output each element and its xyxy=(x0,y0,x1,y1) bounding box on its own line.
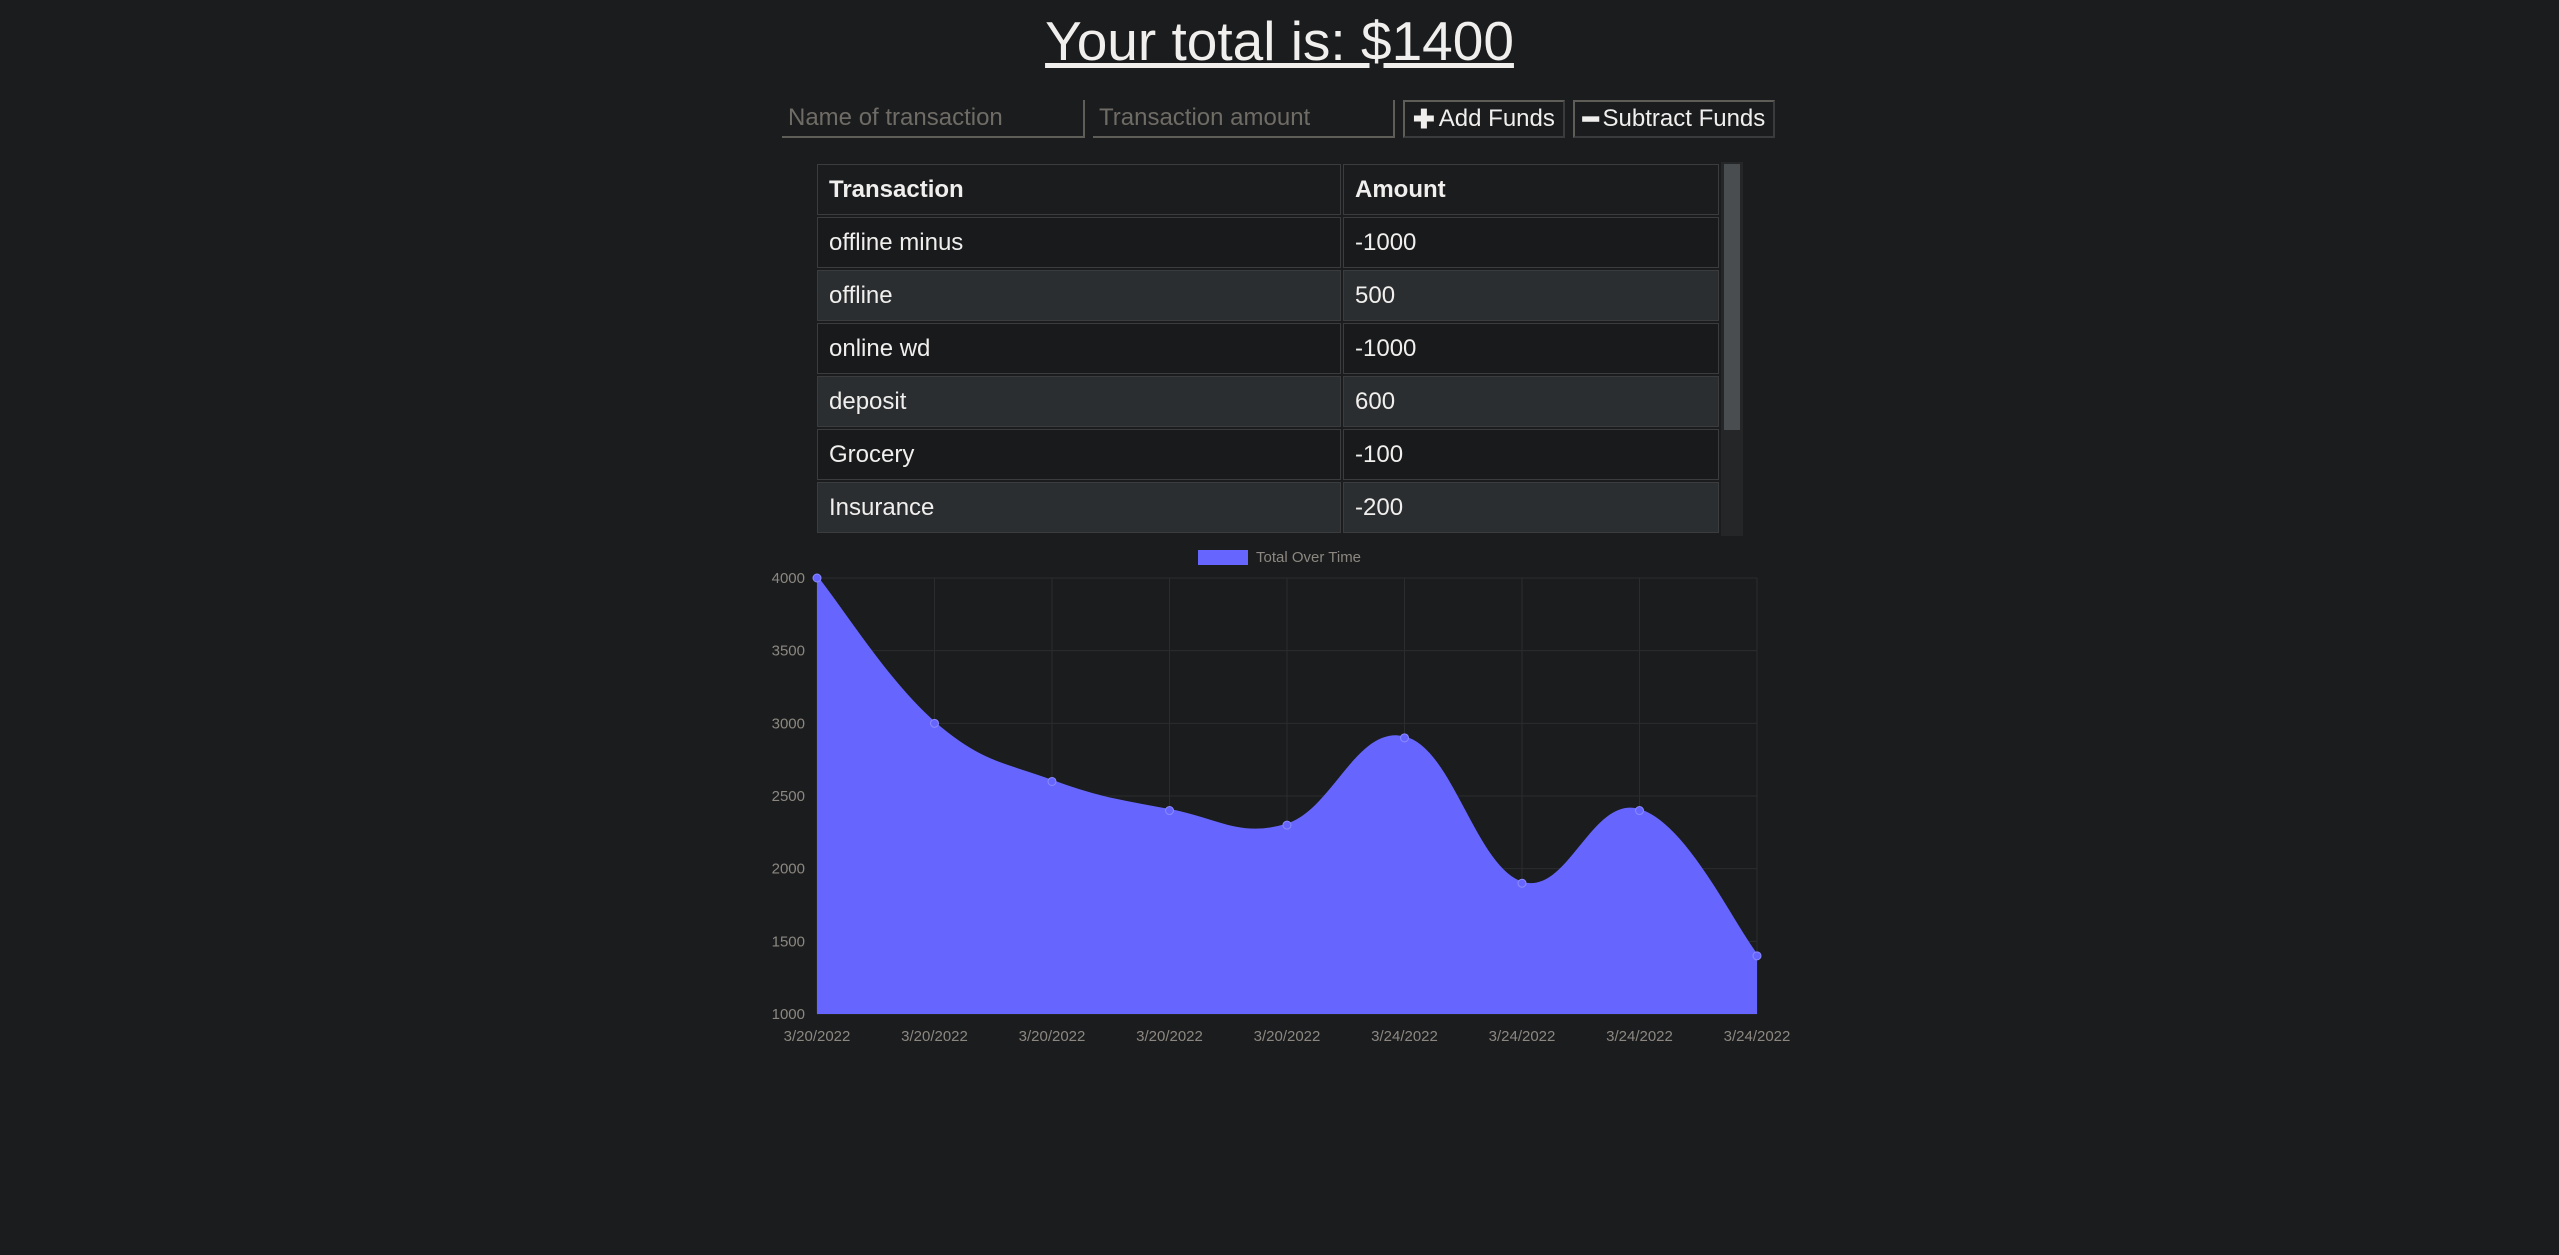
x-tick-label: 3/24/2022 xyxy=(1606,1028,1673,1045)
y-tick-label: 2000 xyxy=(772,861,805,878)
data-point xyxy=(1165,806,1174,816)
y-tick-label: 4000 xyxy=(772,570,805,587)
data-point xyxy=(812,573,822,583)
x-tick-label: 3/20/2022 xyxy=(1136,1028,1203,1045)
x-tick-label: 3/24/2022 xyxy=(1489,1028,1556,1045)
y-tick-label: 1500 xyxy=(772,933,805,950)
x-tick-label: 3/20/2022 xyxy=(1019,1028,1086,1045)
data-point xyxy=(930,718,939,728)
y-tick-label: 3500 xyxy=(772,643,805,660)
data-point xyxy=(1517,878,1527,888)
data-point xyxy=(1752,951,1762,961)
x-tick-label: 3/24/2022 xyxy=(1724,1028,1791,1045)
x-tick-label: 3/20/2022 xyxy=(901,1028,968,1045)
legend-label: Total Over Time xyxy=(1256,549,1361,566)
data-point xyxy=(1400,733,1409,743)
y-tick-label: 1000 xyxy=(772,1006,805,1023)
data-point xyxy=(1282,820,1292,830)
data-point xyxy=(1635,806,1644,816)
legend-swatch xyxy=(1198,550,1248,565)
y-tick-label: 2500 xyxy=(772,788,805,805)
y-tick-label: 3000 xyxy=(772,715,805,732)
total-over-time-chart: 4000 3500 3000 2500 2000 1500 1000 3/20/2022 3/2… xyxy=(772,549,1791,1045)
x-tick-label: 3/24/2022 xyxy=(1371,1028,1438,1045)
x-tick-label: 3/20/2022 xyxy=(1254,1028,1321,1045)
x-tick-label: 3/20/2022 xyxy=(784,1028,851,1045)
data-point xyxy=(1047,776,1057,786)
